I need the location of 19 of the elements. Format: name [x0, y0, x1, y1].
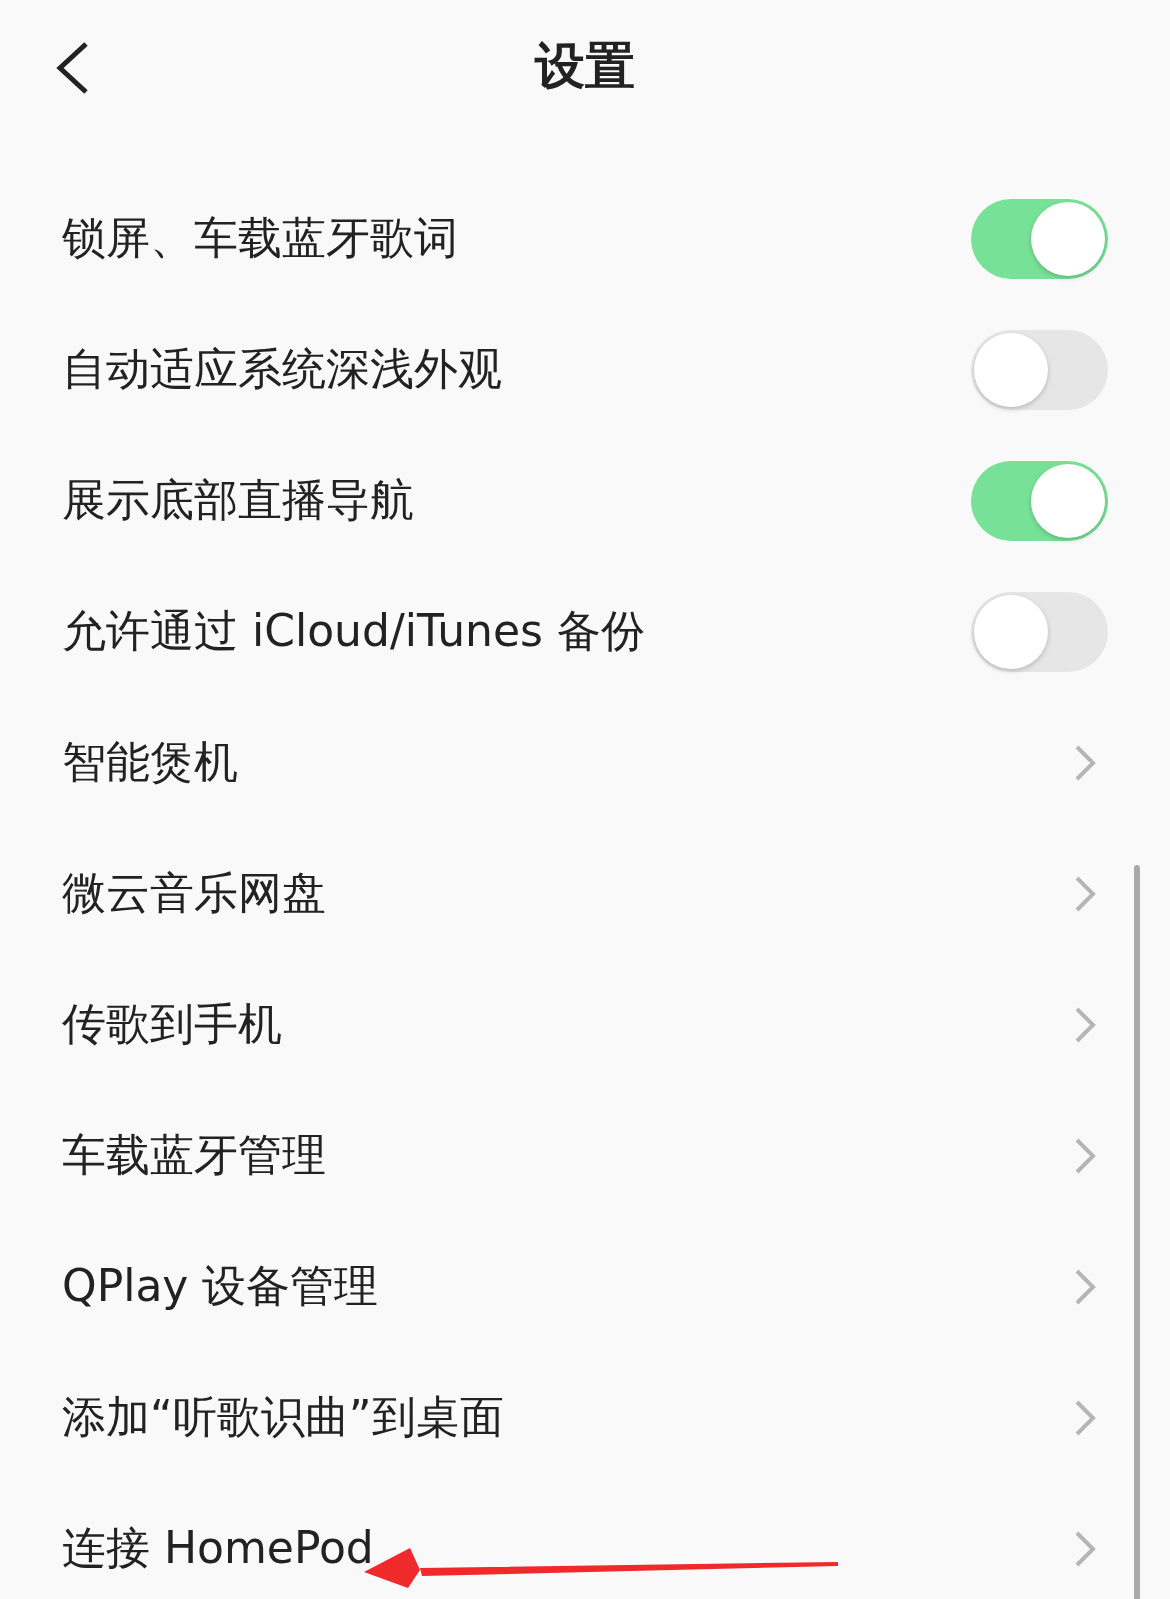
chevron-icon[interactable]: [1074, 1529, 1096, 1568]
setting-label: 展示底部直播导航: [62, 473, 414, 527]
chevron-icon[interactable]: [1074, 1398, 1096, 1437]
setting-label: 自动适应系统深浅外观: [62, 342, 502, 396]
chevron-icon[interactable]: [1074, 1005, 1096, 1044]
setting-label: 智能煲机: [62, 735, 238, 789]
chevron-icon[interactable]: [1074, 874, 1096, 913]
chevron-icon[interactable]: [1074, 743, 1096, 782]
setting-label: 传歌到手机: [62, 997, 282, 1051]
setting-label: QPlay 设备管理: [62, 1259, 379, 1313]
setting-label: 添加“听歌识曲”到桌面: [62, 1390, 504, 1444]
chevron-icon[interactable]: [1074, 1136, 1096, 1175]
page-title: 设置: [535, 36, 635, 97]
chevron-icon[interactable]: [1074, 1267, 1096, 1306]
setting-label: 微云音乐网盘: [62, 866, 326, 920]
setting-label: 允许通过 iCloud/iTunes 备份: [62, 604, 645, 658]
setting-label: 连接 HomePod: [62, 1521, 374, 1575]
setting-label: 锁屏、车载蓝牙歌词: [62, 211, 458, 265]
setting-label: 车载蓝牙管理: [62, 1128, 326, 1182]
